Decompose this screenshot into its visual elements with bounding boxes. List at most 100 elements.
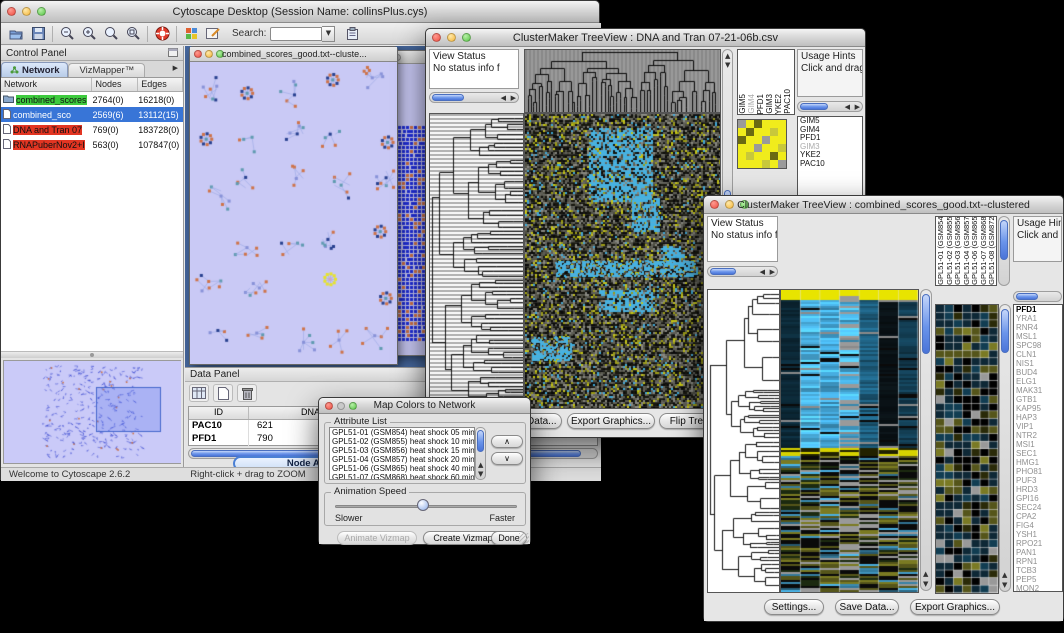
table-header-network[interactable]: Network xyxy=(1,78,92,91)
heatmap-cell[interactable] xyxy=(762,160,770,168)
save-session-icon[interactable] xyxy=(27,25,49,43)
heatmap-cell[interactable] xyxy=(778,136,786,144)
tv2-save-data-button[interactable]: Save Data... xyxy=(835,599,899,615)
scroll-right-icon[interactable]: ▶ xyxy=(511,95,516,102)
scroll-up-icon[interactable]: ▲ xyxy=(923,571,928,578)
scrollbar-thumb[interactable] xyxy=(710,268,736,275)
gene-label[interactable]: KAP95 xyxy=(1016,404,1062,413)
zoom-selected-icon[interactable] xyxy=(100,25,122,43)
heatmap-cell[interactable] xyxy=(738,120,746,128)
scroll-left-icon[interactable]: ◀ xyxy=(501,95,506,102)
network-overview-panel[interactable] xyxy=(3,360,181,464)
heatmap-cell[interactable] xyxy=(754,120,762,128)
heatmap-cell[interactable] xyxy=(746,128,754,136)
scroll-down-icon[interactable]: ▼ xyxy=(923,581,928,588)
heatmap-cell[interactable] xyxy=(746,152,754,160)
gene-label[interactable]: PAC10 xyxy=(800,160,862,169)
table-row[interactable]: DNA and Tran 07769(0)183728(0) xyxy=(1,122,183,137)
gene-label[interactable]: RNR4 xyxy=(1016,323,1062,332)
heatmap-cell[interactable] xyxy=(746,144,754,152)
gene-label[interactable]: PFD1 xyxy=(1016,305,1062,314)
heatmap-cell[interactable] xyxy=(738,160,746,168)
select-attributes-icon[interactable] xyxy=(189,384,209,402)
tab-network[interactable]: Network xyxy=(1,62,68,77)
gene-label[interactable]: YSH1 xyxy=(1016,530,1062,539)
heatmap-cell[interactable] xyxy=(746,160,754,168)
scrollbar-thumb[interactable] xyxy=(477,430,484,452)
open-session-icon[interactable] xyxy=(5,25,27,43)
heatmap-cell[interactable] xyxy=(738,152,746,160)
heatmap-cell[interactable] xyxy=(770,128,778,136)
scrollbar-thumb[interactable] xyxy=(922,294,930,354)
heatmap-cell[interactable] xyxy=(746,136,754,144)
tv2-genelist-vscrollbar[interactable]: ▲ ▼ xyxy=(999,304,1011,592)
scroll-down-icon[interactable]: ▼ xyxy=(478,471,483,478)
gene-label[interactable]: MSI1 xyxy=(1016,440,1062,449)
attribute-list[interactable]: GPL51-01 (GSM854) heat shock 05 minGPL51… xyxy=(329,427,475,480)
attribute-list-item[interactable]: GPL51-04 (GSM857) heat shock 20 min xyxy=(332,455,474,464)
delete-attribute-icon[interactable] xyxy=(237,384,257,402)
heatmap-cell[interactable] xyxy=(762,128,770,136)
resize-grip[interactable] xyxy=(519,533,529,543)
treeview1-title-bar[interactable]: ClusterMaker TreeView : DNA and Tran 07-… xyxy=(426,29,865,47)
tv2-settings-button[interactable]: Settings... xyxy=(764,599,824,615)
tv2-heatmap[interactable] xyxy=(780,289,919,593)
scroll-down-icon[interactable]: ▼ xyxy=(725,62,730,69)
gene-label[interactable]: NIS1 xyxy=(1016,359,1062,368)
table-row[interactable]: RNAPuberNov2+I563(0)107847(0) xyxy=(1,137,183,152)
network-name-cell[interactable]: combined_sco xyxy=(1,109,93,121)
heatmap-cell[interactable] xyxy=(762,152,770,160)
network-name-cell[interactable]: RNAPuberNov2+I xyxy=(1,139,93,151)
gene-label[interactable]: GTB1 xyxy=(1016,395,1062,404)
scrollbar-thumb[interactable] xyxy=(1001,309,1009,353)
gene-label[interactable]: MON2 xyxy=(1016,584,1062,592)
heatmap-cell[interactable] xyxy=(754,144,762,152)
gene-label[interactable]: CPA2 xyxy=(1016,512,1062,521)
gene-label[interactable]: HAP3 xyxy=(1016,413,1062,422)
scroll-up-icon[interactable]: ▲ xyxy=(1002,572,1007,579)
gene-label[interactable]: HRD3 xyxy=(1016,485,1062,494)
scrollbar-thumb[interactable] xyxy=(800,103,828,110)
network-name-cell[interactable]: DNA and Tran 07 xyxy=(1,124,93,136)
animate-vizmap-button[interactable]: Animate Vizmap xyxy=(337,531,417,545)
scroll-up-icon[interactable]: ▲ xyxy=(725,53,730,60)
speed-slider-thumb[interactable] xyxy=(417,499,429,511)
network-name-cell[interactable]: combined_scores xyxy=(1,94,93,105)
table-header-nodes[interactable]: Nodes xyxy=(92,78,138,91)
panel-splitter[interactable] xyxy=(1,352,183,358)
gene-label[interactable]: SEC24 xyxy=(1016,503,1062,512)
attribute-list-item[interactable]: GPL51-07 (GSM868) heat shock 60 min xyxy=(332,473,474,480)
close-button[interactable] xyxy=(194,50,202,58)
heatmap-cell[interactable] xyxy=(770,120,778,128)
network-view-canvas-1[interactable] xyxy=(190,62,397,364)
gene-label[interactable]: YRA1 xyxy=(1016,314,1062,323)
scroll-right-icon[interactable]: ▶ xyxy=(770,269,775,276)
tv1-export-graphics-button[interactable]: Export Graphics... xyxy=(567,413,655,429)
heatmap-cell[interactable] xyxy=(770,136,778,144)
heatmap-cell[interactable] xyxy=(754,160,762,168)
gene-label[interactable]: CLN1 xyxy=(1016,350,1062,359)
clipboard-icon[interactable] xyxy=(341,25,363,43)
scroll-left-icon[interactable]: ◀ xyxy=(845,104,850,111)
heatmap-cell[interactable] xyxy=(738,136,746,144)
heatmap-cell[interactable] xyxy=(746,120,754,128)
dialog-title-bar[interactable]: Map Colors to Network xyxy=(319,398,530,414)
tv1-row-dendrogram[interactable] xyxy=(429,113,524,409)
gene-label[interactable]: MSL1 xyxy=(1016,332,1062,341)
network-overview-canvas[interactable] xyxy=(4,361,181,463)
tv2-usage-hscrollbar[interactable] xyxy=(1013,291,1062,302)
gene-label[interactable]: TCB3 xyxy=(1016,566,1062,575)
heatmap-cell[interactable] xyxy=(754,136,762,144)
gene-label[interactable]: RPN1 xyxy=(1016,557,1062,566)
gene-label[interactable]: NTR2 xyxy=(1016,431,1062,440)
gene-label[interactable]: HMG1 xyxy=(1016,458,1062,467)
heatmap-cell[interactable] xyxy=(778,152,786,160)
gene-label[interactable]: PEP5 xyxy=(1016,575,1062,584)
table-row[interactable]: combined_scores2764(0)16218(0) xyxy=(1,92,183,107)
zoom-in-icon[interactable] xyxy=(78,25,100,43)
annotation-edit-icon[interactable] xyxy=(202,25,224,43)
search-input[interactable] xyxy=(270,27,322,41)
tv2-heatmap-vscrollbar[interactable]: ▲ ▼ xyxy=(920,289,932,591)
scrollbar-thumb[interactable] xyxy=(432,94,464,101)
gene-label[interactable]: MAK31 xyxy=(1016,386,1062,395)
